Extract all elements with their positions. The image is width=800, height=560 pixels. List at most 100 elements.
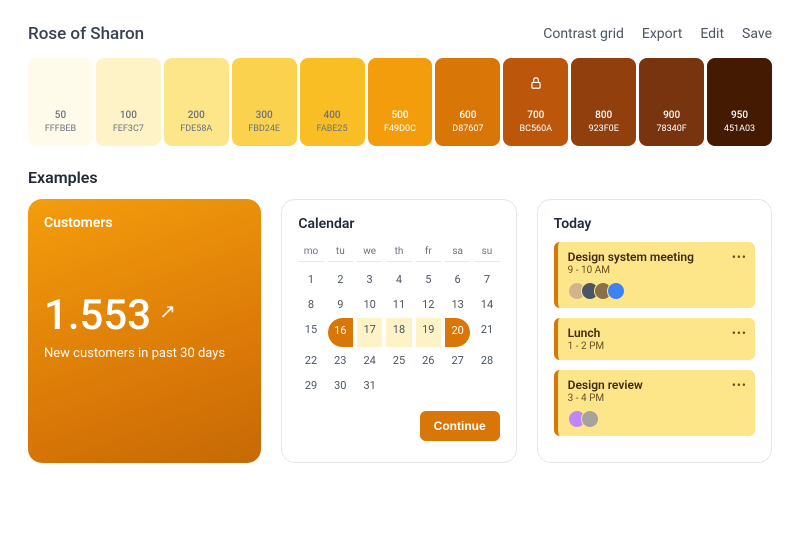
swatch-hex: FABE25 (317, 123, 348, 136)
calendar-day[interactable]: 5 (416, 268, 441, 291)
event-title: Lunch (568, 326, 745, 340)
lock-icon (529, 76, 543, 95)
calendar-day[interactable]: 1 (298, 268, 323, 291)
swatch-shade: 300 (256, 109, 273, 123)
customers-title: Customers (44, 215, 245, 231)
calendar-day[interactable]: 7 (474, 268, 499, 291)
calendar-dow: tu (328, 242, 353, 262)
swatch-hex: FFFBEB (45, 123, 76, 136)
swatch-800[interactable]: 800923F0E (571, 58, 636, 146)
swatch-900[interactable]: 90078340F (639, 58, 704, 146)
avatar-stack (568, 282, 745, 300)
page: Rose of Sharon Contrast grid Export Edit Sa… (0, 0, 800, 487)
swatch-shade: 500 (391, 109, 408, 123)
swatch-shade: 800 (595, 109, 612, 123)
calendar-day[interactable]: 10 (357, 293, 382, 316)
more-icon[interactable]: ••• (732, 378, 747, 392)
swatch-shade: 200 (188, 109, 205, 123)
calendar-day[interactable]: 9 (328, 293, 353, 316)
swatch-hex: BC560A (520, 123, 553, 136)
swatch-hex: F49D0C (384, 123, 416, 136)
calendar-day[interactable]: 3 (357, 268, 382, 291)
calendar-day[interactable]: 8 (298, 293, 323, 316)
more-icon[interactable]: ••• (732, 250, 747, 264)
swatch-shade: 50 (55, 109, 66, 123)
calendar-dow: th (386, 242, 411, 262)
calendar-day[interactable]: 11 (386, 293, 411, 316)
event-item[interactable]: Design review3 - 4 PM••• (554, 370, 755, 436)
calendar-card: Calendar motuwethfrsasu12345678910111213… (281, 199, 516, 463)
event-item[interactable]: Lunch1 - 2 PM••• (554, 318, 755, 360)
calendar-grid: motuwethfrsasu12345678910111213141516171… (298, 242, 499, 397)
event-title: Design system meeting (568, 250, 745, 264)
calendar-dow: fr (416, 242, 441, 262)
swatch-hex: 451A03 (724, 123, 755, 136)
swatch-shade: 700 (527, 109, 544, 123)
calendar-day[interactable]: 22 (298, 349, 323, 372)
calendar-dow: sa (445, 242, 470, 262)
calendar-day[interactable]: 17 (357, 318, 382, 347)
event-time: 1 - 2 PM (568, 341, 745, 352)
swatch-hex: 78340F (656, 123, 686, 136)
calendar-footer: Continue (298, 411, 499, 441)
calendar-day[interactable]: 20 (445, 318, 470, 347)
avatar (581, 410, 599, 428)
calendar-day[interactable]: 28 (474, 349, 499, 372)
calendar-day[interactable]: 23 (328, 349, 353, 372)
calendar-day[interactable]: 31 (357, 374, 382, 397)
action-export[interactable]: Export (642, 26, 682, 42)
event-title: Design review (568, 378, 745, 392)
customers-caption: New customers in past 30 days (44, 346, 245, 361)
swatch-shade: 400 (324, 109, 341, 123)
swatch-600[interactable]: 600D87607 (435, 58, 500, 146)
event-list: Design system meeting9 - 10 AM••• Lunch1 … (554, 242, 755, 436)
palette-title: Rose of Sharon (28, 24, 144, 44)
swatch-50[interactable]: 50FFFBEB (28, 58, 93, 146)
calendar-day[interactable]: 12 (416, 293, 441, 316)
continue-button[interactable]: Continue (420, 411, 500, 441)
swatch-200[interactable]: 200FDE58A (164, 58, 229, 146)
header: Rose of Sharon Contrast grid Export Edit Sa… (28, 24, 772, 44)
swatch-700[interactable]: 700BC560A (503, 58, 568, 146)
calendar-day[interactable]: 29 (298, 374, 323, 397)
today-card: Today Design system meeting9 - 10 AM••• L… (537, 199, 772, 463)
calendar-day[interactable]: 13 (445, 293, 470, 316)
swatch-hex: FDE58A (180, 123, 212, 136)
calendar-day[interactable]: 15 (298, 318, 323, 347)
calendar-day[interactable]: 21 (474, 318, 499, 347)
event-item[interactable]: Design system meeting9 - 10 AM••• (554, 242, 755, 308)
swatch-500[interactable]: 500F49D0C (368, 58, 433, 146)
calendar-day[interactable]: 25 (386, 349, 411, 372)
swatch-hex: FEF3C7 (113, 123, 144, 136)
calendar-dow: su (474, 242, 499, 262)
calendar-dow: we (357, 242, 382, 262)
calendar-day[interactable]: 14 (474, 293, 499, 316)
swatch-950[interactable]: 950451A03 (707, 58, 772, 146)
calendar-day[interactable]: 4 (386, 268, 411, 291)
calendar-dow: mo (298, 242, 323, 262)
calendar-day[interactable]: 30 (328, 374, 353, 397)
action-contrast-grid[interactable]: Contrast grid (543, 26, 624, 42)
swatch-hex: 923F0E (589, 123, 619, 136)
action-edit[interactable]: Edit (700, 26, 724, 42)
calendar-day[interactable]: 6 (445, 268, 470, 291)
more-icon[interactable]: ••• (732, 326, 747, 340)
calendar-day[interactable]: 24 (357, 349, 382, 372)
calendar-day[interactable]: 19 (416, 318, 441, 347)
header-actions: Contrast grid Export Edit Save (543, 26, 772, 42)
swatch-400[interactable]: 400FABE25 (300, 58, 365, 146)
avatar-stack (568, 410, 745, 428)
calendar-day[interactable]: 16 (328, 318, 353, 347)
action-save[interactable]: Save (742, 26, 772, 42)
calendar-day[interactable]: 18 (386, 318, 411, 347)
swatch-100[interactable]: 100FEF3C7 (96, 58, 161, 146)
swatch-hex: FBD24E (248, 123, 280, 136)
calendar-day[interactable]: 27 (445, 349, 470, 372)
swatch-shade: 600 (459, 109, 476, 123)
swatch-300[interactable]: 300FBD24E (232, 58, 297, 146)
today-title: Today (554, 216, 755, 232)
swatch-shade: 950 (731, 109, 748, 123)
calendar-day[interactable]: 2 (328, 268, 353, 291)
swatch-shade: 100 (120, 109, 137, 123)
calendar-day[interactable]: 26 (416, 349, 441, 372)
